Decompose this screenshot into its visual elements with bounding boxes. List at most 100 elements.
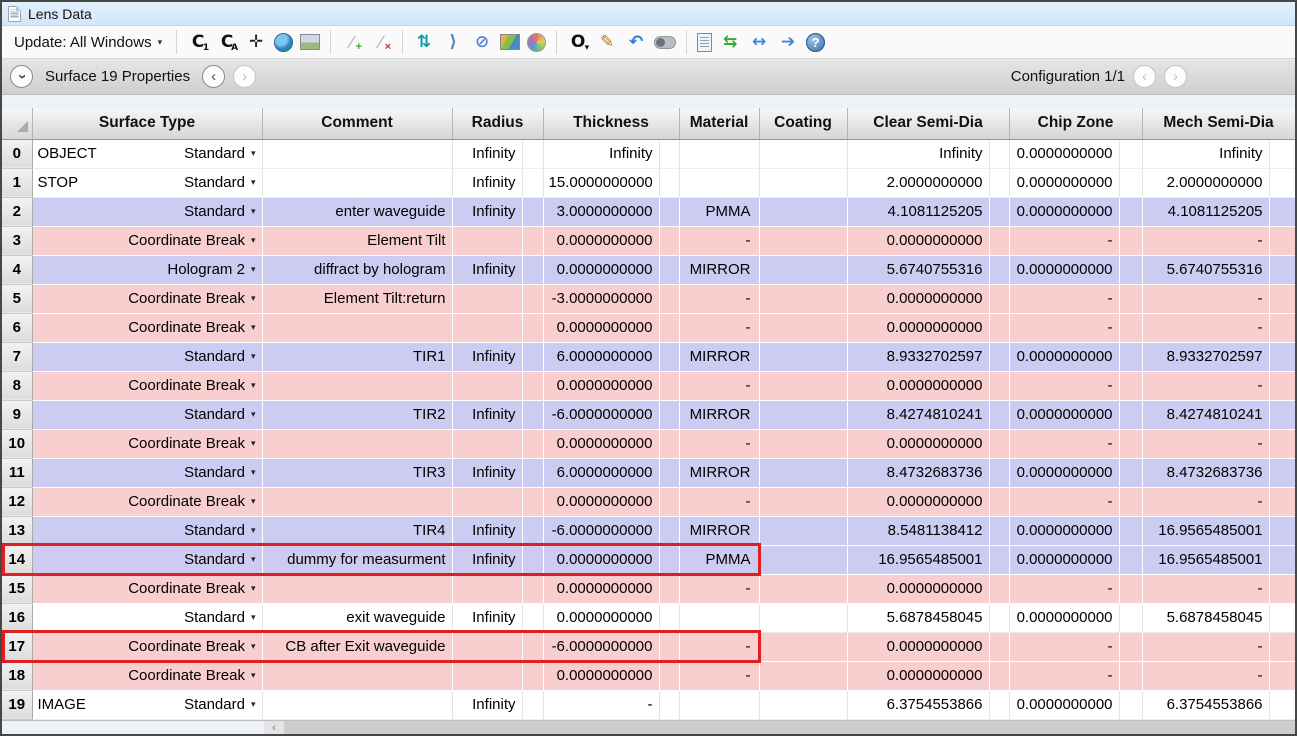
radius-solve-cell[interactable] (522, 690, 543, 719)
row-number[interactable]: 4 (2, 255, 32, 284)
radius-cell[interactable] (452, 487, 522, 516)
horizontal-scrollbar[interactable]: ‹ (2, 720, 1295, 735)
surface-type-dropdown-icon[interactable]: ▾ (251, 177, 256, 188)
clear-semi-dia-cell[interactable]: 0.0000000000 (847, 661, 989, 690)
material-cell[interactable]: MIRROR (679, 516, 759, 545)
mech-semi-dia-solve-cell[interactable] (1269, 545, 1295, 574)
comment-cell[interactable]: dummy for measurment (262, 545, 452, 574)
radius-solve-cell[interactable] (522, 168, 543, 197)
comment-cell[interactable] (262, 661, 452, 690)
radius-cell[interactable]: Infinity (452, 168, 522, 197)
radius-solve-cell[interactable] (522, 574, 543, 603)
row-number[interactable]: 11 (2, 458, 32, 487)
double-arrow-icon[interactable]: ↔ (748, 30, 770, 54)
clear-semi-dia-cell[interactable]: 2.0000000000 (847, 168, 989, 197)
chip-zone-cell[interactable]: - (1009, 661, 1119, 690)
thickness-solve-cell[interactable] (659, 197, 679, 226)
mech-semi-dia-cell[interactable]: 8.4732683736 (1142, 458, 1269, 487)
surface-type-dropdown-icon[interactable]: ▾ (251, 554, 256, 565)
surface-type-cell[interactable]: Coordinate Break▾ (32, 313, 262, 342)
coating-cell[interactable] (759, 197, 847, 226)
radius-cell[interactable]: Infinity (452, 603, 522, 632)
thickness-cell[interactable]: 0.0000000000 (543, 661, 659, 690)
clear-semi-dia-cell[interactable]: 8.9332702597 (847, 342, 989, 371)
radius-cell[interactable]: Infinity (452, 516, 522, 545)
radius-solve-cell[interactable] (522, 313, 543, 342)
surface-type-cell[interactable]: Standard▾ (32, 400, 262, 429)
chip-zone-solve-cell[interactable] (1119, 284, 1142, 313)
radius-cell[interactable] (452, 284, 522, 313)
radius-cell[interactable]: Infinity (452, 690, 522, 719)
surface-type-dropdown-icon[interactable]: ▾ (251, 235, 256, 246)
material-cell[interactable] (679, 168, 759, 197)
thickness-cell[interactable]: 6.0000000000 (543, 342, 659, 371)
thickness-cell[interactable]: -6.0000000000 (543, 400, 659, 429)
spreadsheet-icon[interactable] (697, 33, 712, 52)
comment-cell[interactable]: TIR2 (262, 400, 452, 429)
surface-type-cell[interactable]: Standard▾ (32, 197, 262, 226)
comment-cell[interactable] (262, 574, 452, 603)
comment-cell[interactable] (262, 429, 452, 458)
clear-semi-dia-cell[interactable]: 0.0000000000 (847, 313, 989, 342)
chip-zone-cell[interactable]: 0.0000000000 (1009, 690, 1119, 719)
mech-semi-dia-cell[interactable]: - (1142, 284, 1269, 313)
mech-semi-dia-cell[interactable]: 6.3754553866 (1142, 690, 1269, 719)
clear-semi-dia-cell[interactable]: 5.6740755316 (847, 255, 989, 284)
mech-semi-dia-cell[interactable]: 8.9332702597 (1142, 342, 1269, 371)
thickness-cell[interactable]: 0.0000000000 (543, 255, 659, 284)
thickness-solve-cell[interactable] (659, 458, 679, 487)
radius-cell[interactable] (452, 226, 522, 255)
thickness-cell[interactable]: 0.0000000000 (543, 487, 659, 516)
row-number[interactable]: 12 (2, 487, 32, 516)
material-cell[interactable]: - (679, 574, 759, 603)
radius-solve-cell[interactable] (522, 226, 543, 255)
material-cell[interactable]: PMMA (679, 545, 759, 574)
chip-zone-solve-cell[interactable] (1119, 226, 1142, 255)
chip-zone-solve-cell[interactable] (1119, 255, 1142, 284)
clear-semi-dia-cell[interactable]: 6.3754553866 (847, 690, 989, 719)
mech-semi-dia-solve-cell[interactable] (1269, 168, 1295, 197)
thickness-cell[interactable]: 3.0000000000 (543, 197, 659, 226)
clear-semi-dia-cell[interactable]: 5.6878458045 (847, 603, 989, 632)
chip-zone-cell[interactable]: - (1009, 313, 1119, 342)
update-all-icon[interactable]: CA (216, 30, 238, 54)
chip-zone-cell[interactable]: - (1009, 284, 1119, 313)
radius-solve-cell[interactable] (522, 458, 543, 487)
mech-semi-dia-solve-cell[interactable] (1269, 139, 1295, 168)
thickness-solve-cell[interactable] (659, 371, 679, 400)
surface-type-cell[interactable]: Coordinate Break▾ (32, 574, 262, 603)
thickness-solve-cell[interactable] (659, 284, 679, 313)
row-number[interactable]: 0 (2, 139, 32, 168)
mech-semi-dia-solve-cell[interactable] (1269, 371, 1295, 400)
surface-type-cell[interactable]: Standard▾ (32, 603, 262, 632)
thickness-solve-cell[interactable] (659, 487, 679, 516)
expand-properties-button[interactable]: ‹ (10, 65, 33, 88)
thickness-cell[interactable]: Infinity (543, 139, 659, 168)
material-cell[interactable]: - (679, 371, 759, 400)
surface-type-cell[interactable]: STOPStandard▾ (32, 168, 262, 197)
chip-zone-cell[interactable]: - (1009, 226, 1119, 255)
row-number[interactable]: 1 (2, 168, 32, 197)
radius-solve-cell[interactable] (522, 429, 543, 458)
thickness-solve-cell[interactable] (659, 168, 679, 197)
chip-zone-cell[interactable]: - (1009, 574, 1119, 603)
thickness-solve-cell[interactable] (659, 255, 679, 284)
chip-zone-solve-cell[interactable] (1119, 371, 1142, 400)
radius-solve-cell[interactable] (522, 342, 543, 371)
coating-cell[interactable] (759, 429, 847, 458)
coating-cell[interactable] (759, 371, 847, 400)
clear-semi-dia-solve-cell[interactable] (989, 168, 1009, 197)
radius-solve-cell[interactable] (522, 371, 543, 400)
row-number[interactable]: 3 (2, 226, 32, 255)
mech-semi-dia-cell[interactable]: - (1142, 632, 1269, 661)
clear-semi-dia-cell[interactable]: 0.0000000000 (847, 487, 989, 516)
clear-semi-dia-cell[interactable]: 0.0000000000 (847, 632, 989, 661)
swap-arrows-icon[interactable]: ⇆ (719, 30, 741, 54)
chip-zone-solve-cell[interactable] (1119, 632, 1142, 661)
chip-zone-solve-cell[interactable] (1119, 197, 1142, 226)
surface-type-dropdown-icon[interactable]: ▾ (251, 641, 256, 652)
thickness-solve-cell[interactable] (659, 342, 679, 371)
comment-cell[interactable] (262, 487, 452, 516)
clear-semi-dia-cell[interactable]: 8.4732683736 (847, 458, 989, 487)
material-cell[interactable]: MIRROR (679, 400, 759, 429)
